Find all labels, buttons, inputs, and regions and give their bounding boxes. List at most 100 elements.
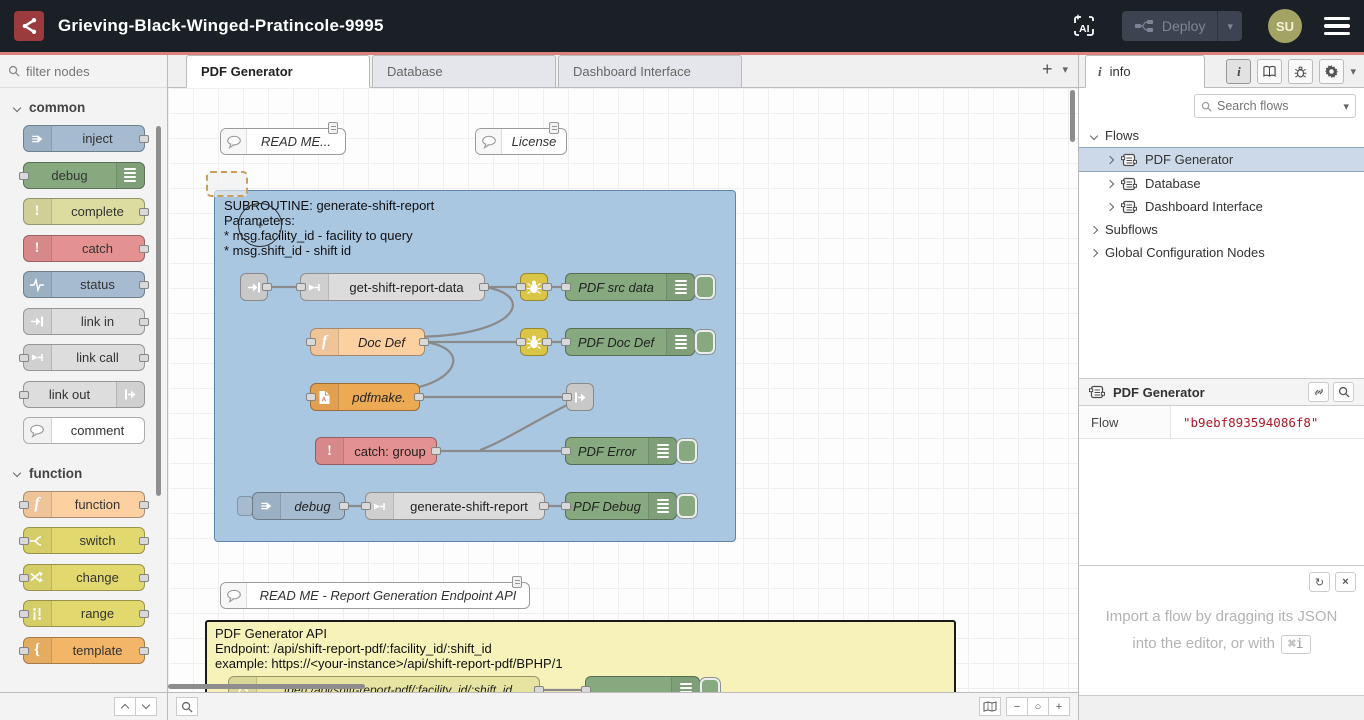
port-in[interactable] [19,501,29,509]
tab-database[interactable]: Database [372,55,556,87]
sidebar-info-tool-button[interactable]: i [1226,59,1251,84]
tree-subflows[interactable]: Subflows [1079,218,1364,241]
port-out[interactable] [431,447,441,455]
debug-toggle-button[interactable] [677,494,697,518]
port-in[interactable] [19,574,29,582]
port-in[interactable] [561,283,571,291]
port-out[interactable] [419,338,429,346]
palette-node-range[interactable]: range [23,600,145,627]
port-in[interactable] [561,447,571,455]
zoom-to-flow-button[interactable] [1333,382,1354,402]
port-in[interactable] [361,502,371,510]
port-in[interactable] [19,647,29,655]
node-generate-shift-report[interactable]: generate-shift-report [365,492,545,520]
sidebar-config-button[interactable] [1319,59,1344,84]
port-in[interactable] [296,283,306,291]
port-in[interactable] [562,393,572,401]
tree-item-database[interactable]: Database [1079,172,1364,195]
palette-node-complete[interactable]: ! complete [23,198,145,225]
node-pdf-src-data[interactable]: PDF src data [565,273,695,301]
sidebar-debug-button[interactable] [1288,59,1313,84]
user-avatar[interactable]: SU [1268,9,1302,43]
palette-node-status[interactable]: status [23,271,145,298]
node-doc-def[interactable]: f Doc Def [310,328,425,356]
node-pdf-error[interactable]: PDF Error [565,437,677,465]
port-in[interactable] [516,338,526,346]
add-flow-button[interactable]: + [1042,60,1053,78]
palette-node-link-out[interactable]: link out [23,381,145,408]
tab-dashboard-interface[interactable]: Dashboard Interface [558,55,742,87]
debug-toggle-button[interactable] [695,275,715,299]
port-in[interactable] [561,502,571,510]
search-flows-input[interactable] [1217,99,1338,113]
port-out[interactable] [139,354,149,362]
palette-node-debug[interactable]: debug [23,162,145,189]
tree-flows[interactable]: Flows [1079,124,1364,147]
deploy-options-button[interactable]: ▾ [1217,11,1242,41]
deploy-main-segment[interactable]: Deploy [1122,11,1218,41]
palette-scroll-up-button[interactable] [114,697,136,716]
refresh-button[interactable]: ↻ [1309,572,1330,592]
port-in[interactable] [516,283,526,291]
deploy-button[interactable]: Deploy ▾ [1122,11,1242,41]
node-bug-2[interactable] [520,328,548,356]
copy-link-button[interactable] [1308,382,1329,402]
zoom-in-button[interactable]: + [1048,697,1070,716]
comment-readme-api[interactable]: READ ME - Report Generation Endpoint API [220,582,530,609]
navigator-button[interactable] [979,697,1001,716]
node-pdf-debug[interactable]: PDF Debug [565,492,677,520]
port-out[interactable] [139,537,149,545]
palette-filter-input[interactable] [26,64,146,79]
palette-node-change[interactable]: change [23,564,145,591]
port-out[interactable] [339,502,349,510]
debug-toggle-button[interactable] [700,678,720,692]
tab-info[interactable]: i info [1085,55,1205,88]
port-in[interactable] [306,393,316,401]
comment-readme-top[interactable]: READ ME... [220,128,346,155]
ai-assistant-button[interactable]: AI [1066,9,1102,43]
tree-item-dashboard-interface[interactable]: Dashboard Interface [1079,195,1364,218]
comment-license[interactable]: License [475,128,567,155]
sidebar-tabs-menu-button[interactable]: ▾ [1350,65,1356,78]
port-in[interactable] [19,537,29,545]
tab-pdf-generator[interactable]: PDF Generator [186,55,370,88]
node-link-out[interactable] [566,383,594,411]
port-out[interactable] [139,610,149,618]
flow-canvas[interactable]: SUBROUTINE: generate-shift-report Parame… [168,88,1078,692]
port-out[interactable] [139,208,149,216]
port-out[interactable] [139,281,149,289]
port-out[interactable] [534,686,544,692]
port-in[interactable] [19,610,29,618]
port-out[interactable] [139,647,149,655]
port-in[interactable] [19,354,29,362]
node-pdf-doc-def[interactable]: PDF Doc Def [565,328,695,356]
port-out[interactable] [542,283,552,291]
node-debug-partial[interactable] [585,676,700,692]
canvas-horizontal-scrollbar[interactable] [168,684,365,689]
palette-node-function[interactable]: f function [23,491,145,518]
port-in[interactable] [19,172,29,180]
debug-toggle-button[interactable] [695,330,715,354]
port-out[interactable] [414,393,424,401]
node-pdfmake[interactable]: A pdfmake. [310,383,420,411]
search-flows-button[interactable] [176,697,198,716]
port-in[interactable] [306,338,316,346]
port-out[interactable] [479,283,489,291]
node-inject-debug[interactable]: debug [252,492,345,520]
node-link-in[interactable] [240,273,268,301]
port-in[interactable] [19,391,29,399]
search-flows-box[interactable]: ▾ [1194,94,1356,118]
tree-item-pdf-generator[interactable]: PDF Generator [1079,147,1364,172]
canvas-vertical-scrollbar[interactable] [1070,90,1075,142]
zoom-reset-button[interactable]: ○ [1027,697,1049,716]
palette-node-comment[interactable]: comment [23,417,145,444]
flow-list-button[interactable]: ▾ [1062,63,1068,76]
inject-button[interactable] [237,496,253,516]
tree-global-configuration-nodes[interactable]: Global Configuration Nodes [1079,241,1364,264]
palette-node-catch[interactable]: ! catch [23,235,145,262]
port-out[interactable] [139,318,149,326]
palette-category-common[interactable]: common [0,88,167,125]
port-out[interactable] [139,501,149,509]
node-bug-1[interactable] [520,273,548,301]
node-get-shift-report-data[interactable]: get-shift-report-data [300,273,485,301]
